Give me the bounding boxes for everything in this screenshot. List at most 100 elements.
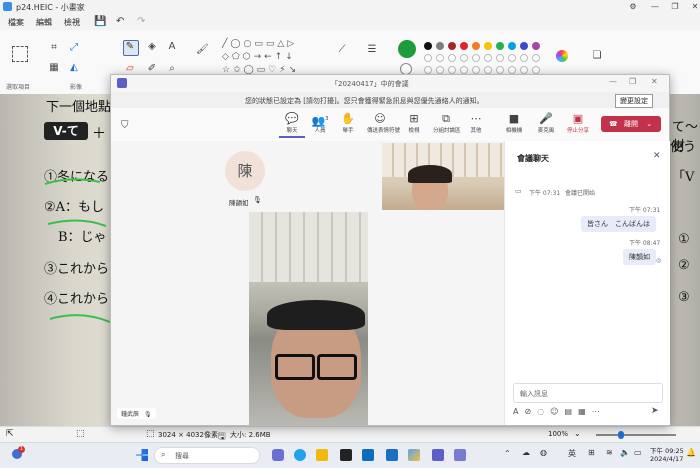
mail-icon[interactable] [362, 449, 374, 461]
text-icon[interactable]: A [166, 41, 178, 53]
zoom-slider-thumb[interactable] [618, 431, 624, 439]
shield-icon[interactable]: ⛉ [121, 120, 129, 131]
ime-indicator[interactable]: 英 [568, 448, 576, 459]
attach-icon[interactable]: ⊘ [524, 407, 537, 416]
zoom-slider[interactable] [596, 434, 676, 436]
mic-button[interactable]: 🎤 麥克風 [533, 112, 559, 134]
palette-color[interactable] [520, 42, 528, 50]
menu-edit[interactable]: 編輯 [36, 17, 52, 28]
zoom-dropdown-icon[interactable]: ⌄ [574, 429, 581, 438]
primary-color-swatch[interactable] [398, 40, 416, 58]
participant-avatar[interactable]: 陳 [225, 151, 265, 191]
more-button[interactable]: ⋯ 其他 [463, 112, 489, 134]
file-explorer-icon[interactable] [316, 449, 328, 461]
palette-empty-slot[interactable] [448, 66, 456, 74]
view-button[interactable]: ⊞ 檢視 [401, 112, 427, 134]
palette-empty-slot[interactable] [484, 54, 492, 62]
message-bubble[interactable]: 皆さん こんばんは [581, 216, 656, 232]
palette-color[interactable] [532, 42, 540, 50]
chat-button[interactable]: 💬 聊天 [279, 112, 305, 138]
volume-icon[interactable]: 🔈 [620, 448, 630, 457]
palette-empty-slot[interactable] [472, 54, 480, 62]
palette-color[interactable] [484, 42, 492, 50]
sticker-icon[interactable]: ▦ [578, 407, 592, 416]
brushes-icon[interactable]: 🖌 [196, 44, 209, 56]
clock-date[interactable]: 2024/4/17 [650, 455, 683, 463]
tray-chevron-icon[interactable]: ⌃ [504, 449, 511, 458]
undo-icon[interactable]: ↶ [116, 16, 124, 27]
palette-empty-slot[interactable] [532, 54, 540, 62]
save-icon[interactable]: 💾 [94, 16, 106, 27]
raise-hand-button[interactable]: ✋ 舉手 [335, 112, 361, 134]
palette-empty-slot[interactable] [532, 66, 540, 74]
tray-cloud-icon[interactable]: ☁ [522, 448, 530, 457]
palette-empty-slot[interactable] [424, 54, 432, 62]
video-tile-remote[interactable] [382, 143, 504, 210]
video-tile-main[interactable] [249, 212, 368, 425]
layers-icon[interactable]: ❏ [591, 50, 603, 62]
palette-empty-slot[interactable] [460, 66, 468, 74]
palette-empty-slot[interactable] [424, 66, 432, 74]
more-compose-icon[interactable]: ⋯ [592, 407, 606, 416]
palette-color[interactable] [424, 42, 432, 50]
teams-taskbar-icon[interactable] [432, 449, 444, 461]
palette-empty-slot[interactable] [448, 54, 456, 62]
message-input[interactable]: 輸入訊息 [513, 383, 663, 403]
fill-icon[interactable]: ◈ [146, 41, 158, 53]
loop-icon[interactable]: ◌ [537, 407, 550, 416]
palette-color[interactable] [436, 42, 444, 50]
shapes-gallery[interactable]: ╱◯○▭▭△▷ ◇⬠⬡→←↑↓ ☆✩◯▭♡⚡↘ [222, 38, 322, 78]
chat-close-icon[interactable]: ✕ [653, 151, 661, 161]
notification-bell-icon[interactable]: 🔔 [686, 448, 696, 457]
menu-file[interactable]: 檔案 [8, 17, 24, 28]
copilot-icon[interactable] [272, 449, 284, 461]
crop-icon[interactable]: ⌗ [48, 42, 60, 54]
close-button[interactable]: ✕ [680, 0, 700, 14]
palette-color[interactable] [508, 42, 516, 50]
stop-share-button[interactable]: ▣ 停止分享 [565, 112, 591, 134]
palette-empty-slot[interactable] [436, 66, 444, 74]
compose-actions[interactable]: A⊘◌☺▤▦⋯ [513, 407, 663, 419]
select-icon[interactable] [12, 46, 28, 62]
teams-classic-icon[interactable] [454, 449, 466, 461]
edge-icon[interactable] [294, 449, 306, 461]
size-icon[interactable]: ☰ [366, 44, 378, 56]
leave-button[interactable]: ☎ 離開 ⌄ [601, 116, 661, 132]
battery-icon[interactable]: ▭ [634, 448, 642, 457]
color-palette[interactable] [424, 42, 554, 76]
image-select-icon[interactable]: ▦ [48, 62, 60, 74]
gif-icon[interactable]: ▤ [565, 407, 579, 416]
palette-empty-slot[interactable] [508, 66, 516, 74]
menu-view[interactable]: 檢視 [64, 17, 80, 28]
palette-empty-slot[interactable] [460, 54, 468, 62]
palette-color[interactable] [448, 42, 456, 50]
people-button[interactable]: 👥3 人員 [307, 112, 333, 134]
paint-taskbar-icon[interactable] [408, 449, 420, 461]
resize-icon[interactable]: ⤢ [68, 42, 80, 54]
palette-empty-slot[interactable] [508, 54, 516, 62]
teams-minimize-button[interactable]: — [609, 77, 617, 86]
edit-colors-icon[interactable] [556, 50, 568, 62]
format-icon[interactable]: A [513, 407, 524, 416]
palette-empty-slot[interactable] [496, 66, 504, 74]
rotate-icon[interactable]: ◭ [68, 62, 80, 74]
teams-close-button[interactable]: ✕ [651, 77, 658, 86]
teams-maximize-button[interactable]: ❐ [629, 77, 636, 86]
tray-meet-icon[interactable]: ◍ [540, 448, 547, 457]
palette-color[interactable] [496, 42, 504, 50]
palette-empty-slot[interactable] [436, 54, 444, 62]
wifi-icon[interactable]: ≋ [606, 448, 613, 457]
emoji-icon[interactable]: ☺ [550, 407, 564, 416]
palette-color[interactable] [460, 42, 468, 50]
change-settings-button[interactable]: 變更設定 [615, 94, 653, 108]
reactions-button[interactable]: ☺ 傳送表情符號 [367, 112, 400, 134]
send-icon[interactable]: ➤ [651, 406, 659, 416]
ime-mode-icon[interactable]: ⊞ [588, 448, 595, 457]
breakout-rooms-button[interactable]: ⧉ 分組討論區 [433, 112, 461, 134]
outline-icon[interactable]: ⟋ [336, 44, 348, 56]
palette-color[interactable] [472, 42, 480, 50]
zoom-level[interactable]: 100% [548, 430, 568, 438]
start-icon[interactable] [136, 449, 148, 461]
palette-empty-slot[interactable] [472, 66, 480, 74]
camera-button[interactable]: ■ 相機機 [501, 112, 527, 134]
